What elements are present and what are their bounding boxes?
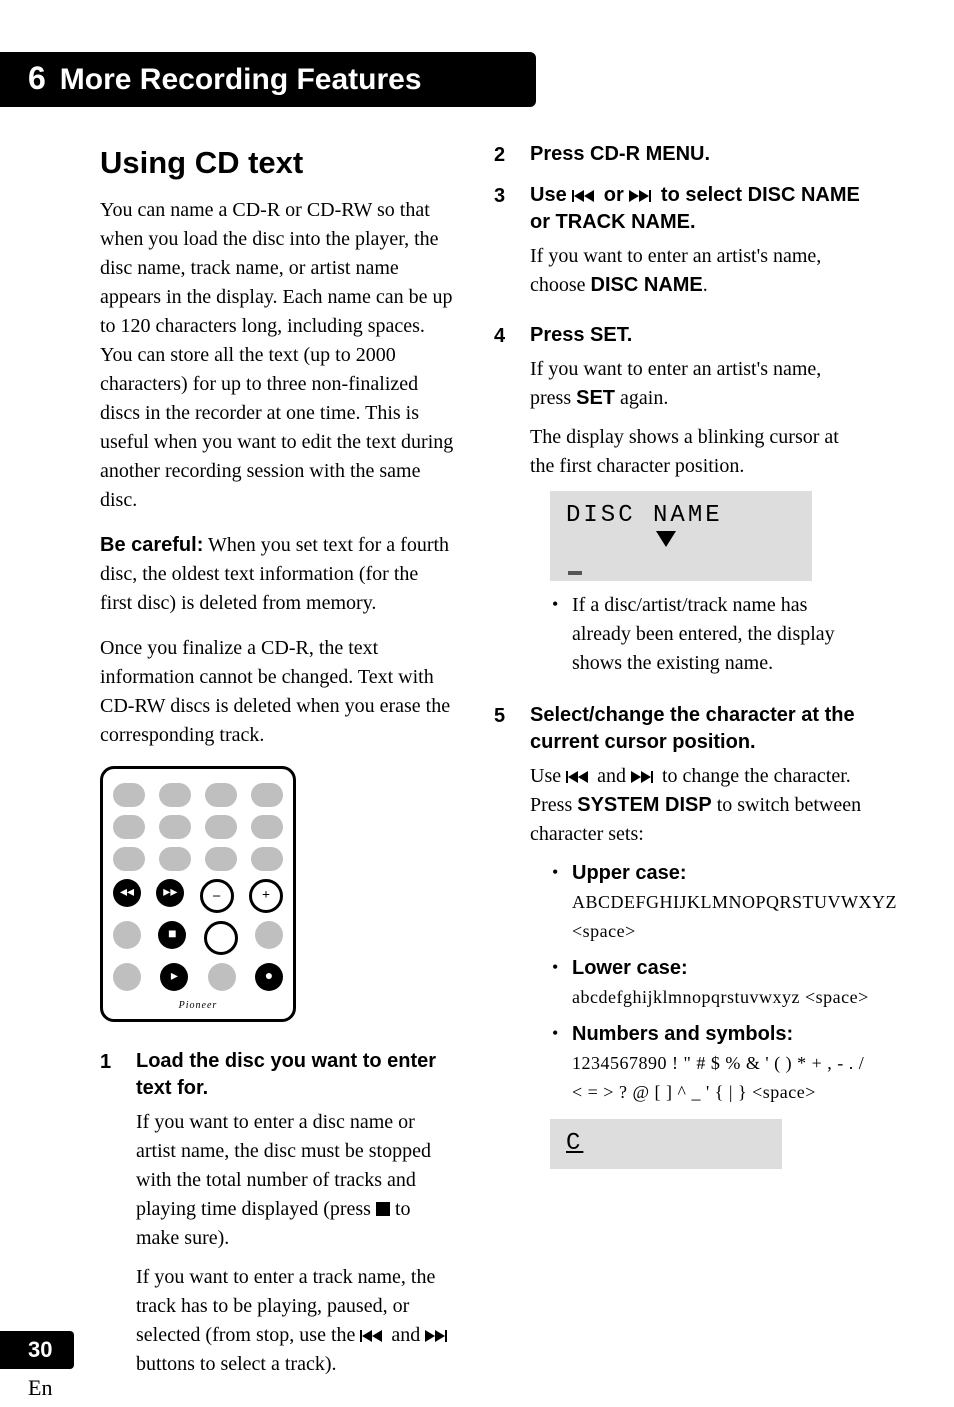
set-label: SET (576, 387, 615, 409)
numbers-chars-2: < = > ? @ [ ] ^ _ ' { | } <space> (572, 1082, 816, 1102)
remote-control-button (204, 921, 238, 955)
step-1-body-b: If you want to enter a track name, the t… (136, 1263, 454, 1379)
chapter-number: 6 (28, 60, 46, 97)
upper-case-item: Upper case: ABCDEFGHIJKLMNOPQRSTUVWXYZ <… (552, 859, 897, 946)
step-3: 3 Use or to select DISC NAME or TRACK NA… (494, 182, 864, 310)
remote-record-button: ● (255, 963, 283, 991)
skip-forward-icon (425, 1330, 451, 1342)
remote-minus-button: – (200, 879, 234, 913)
numbers-chars-1: 1234567890 ! " # $ % & ' ( ) * + , - . / (572, 1053, 864, 1073)
skip-back-icon (360, 1330, 386, 1342)
disc-name-label: DISC NAME (591, 274, 703, 296)
step-5-body: Use and to change the character. Press S… (530, 762, 897, 849)
lcd-display-disc-name: DISC NAME (550, 491, 812, 581)
remote-plus-button: + (249, 879, 283, 913)
page-number: 30 (0, 1331, 74, 1369)
careful-paragraph: Be careful: When you set text for a four… (100, 531, 454, 618)
step-1-title: Load the disc you want to enter text for… (136, 1048, 454, 1102)
stop-icon (376, 1202, 390, 1216)
display-text: DISC NAME (566, 502, 723, 529)
chapter-header: 6 More Recording Features (0, 52, 536, 107)
lower-case-chars: abcdefghijklmnopqrstuvwxyz <space> (572, 987, 869, 1007)
remote-brand: Pioneer (113, 999, 283, 1014)
upper-case-label: Upper case: (572, 862, 687, 884)
cursor-icon (568, 571, 582, 575)
system-disp-label: SYSTEM DISP (577, 794, 711, 816)
skip-forward-icon (631, 771, 657, 783)
remote-play-button: ▸ (160, 963, 188, 991)
step-4-title: Press SET. (530, 322, 864, 349)
step-2-number: 2 (494, 141, 512, 170)
step-4-body-a: If you want to enter an artist's name, p… (530, 355, 864, 413)
step-4-bullet: If a disc/artist/track name has already … (552, 591, 864, 678)
step-3-body: If you want to enter an artist's name, c… (530, 242, 864, 300)
section-heading: Using CD text (100, 141, 454, 186)
step-2-title: Press CD-R MENU. (530, 141, 864, 168)
remote-skip-fwd-button: ▸▸ (156, 879, 184, 907)
step-5-number: 5 (494, 702, 512, 1179)
step-3-number: 3 (494, 182, 512, 310)
remote-skip-back-button: ◂◂ (113, 879, 141, 907)
step-1-body-a: If you want to enter a disc name or arti… (136, 1108, 454, 1253)
chapter-title: More Recording Features (60, 63, 422, 97)
remote-stop-button: ■ (158, 921, 186, 949)
skip-back-icon (572, 190, 598, 202)
step-4-body-b: The display shows a blinking cursor at t… (530, 423, 864, 481)
step-5-title: Select/change the character at the curre… (530, 702, 897, 756)
numbers-label: Numbers and symbols: (572, 1023, 793, 1045)
step-2: 2 Press CD-R MENU. (494, 141, 864, 170)
lcd-display-char: C (550, 1119, 782, 1169)
finalize-paragraph: Once you finalize a CD-R, the text infor… (100, 634, 454, 750)
down-triangle-icon (656, 531, 676, 547)
step-3-title: Use or to select DISC NAME or TRACK NAME… (530, 182, 864, 236)
lower-case-label: Lower case: (572, 957, 688, 979)
skip-forward-icon (629, 190, 655, 202)
step-1-number: 1 (100, 1048, 118, 1389)
step-4: 4 Press SET. If you want to enter an art… (494, 322, 864, 690)
lower-case-item: Lower case: abcdefghijklmnopqrstuvwxyz <… (552, 954, 897, 1012)
numbers-item: Numbers and symbols: 1234567890 ! " # $ … (552, 1020, 897, 1107)
display-char: C (566, 1130, 583, 1157)
upper-case-chars: ABCDEFGHIJKLMNOPQRSTUVWXYZ <space> (572, 892, 897, 941)
left-column: Using CD text You can name a CD-R or CD-… (100, 141, 454, 1401)
language-indicator: En (28, 1375, 52, 1401)
careful-label: Be careful: (100, 534, 203, 556)
intro-paragraph: You can name a CD-R or CD-RW so that whe… (100, 196, 454, 515)
skip-back-icon (566, 771, 592, 783)
remote-illustration: ◂◂ ▸▸ – + ■ ▸ ● Pioneer (100, 766, 296, 1023)
step-1: 1 Load the disc you want to enter text f… (100, 1048, 454, 1389)
step-5: 5 Select/change the character at the cur… (494, 702, 864, 1179)
step-4-number: 4 (494, 322, 512, 690)
right-column: 2 Press CD-R MENU. 3 Use or to select DI… (494, 141, 864, 1401)
